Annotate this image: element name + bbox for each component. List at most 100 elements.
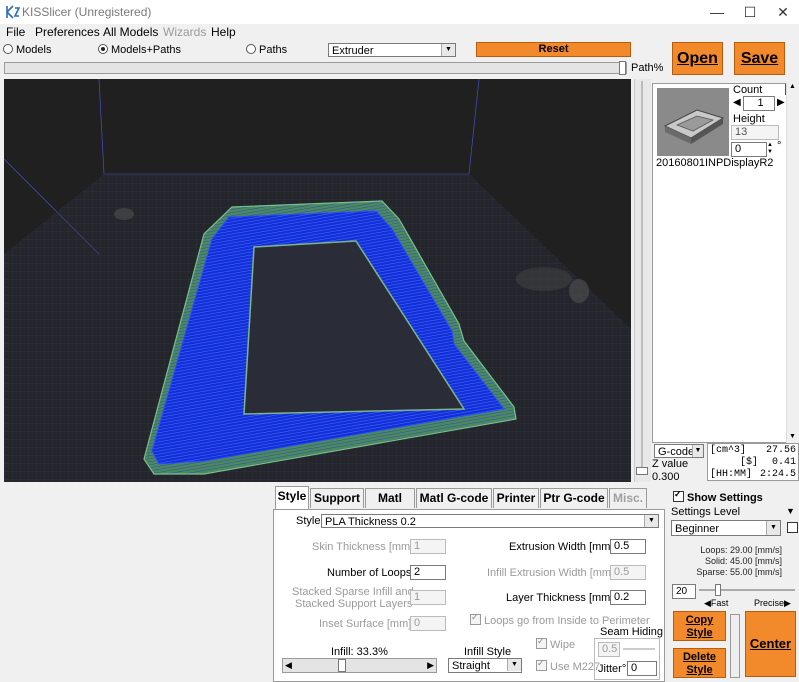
copy-style-button[interactable]: Copy Style [673, 611, 726, 641]
kisslicer-logo-icon [6, 5, 20, 19]
model-thumbnail[interactable] [657, 88, 729, 156]
infill-slider[interactable]: ◀ ▶ [282, 658, 437, 673]
menu-file[interactable]: File [6, 25, 25, 39]
jitter-label: Jitter° [598, 663, 627, 675]
count-increment[interactable]: ▶ [777, 97, 785, 108]
infill-label: Infill: 33.3% [331, 646, 388, 658]
checkbox[interactable] [536, 658, 547, 671]
menu-help[interactable]: Help [211, 25, 236, 39]
height-input[interactable]: 13 [731, 125, 779, 140]
infill-style-label: Infill Style [464, 646, 512, 658]
checkbox[interactable] [536, 636, 547, 649]
path-percent-slider[interactable] [4, 61, 627, 75]
jitter-input[interactable]: 0 [627, 661, 657, 676]
menu-wizards[interactable]: Wizards [163, 25, 206, 39]
slider-track [641, 81, 643, 473]
chevron-right-icon[interactable]: ▶ [427, 660, 434, 671]
3d-viewport[interactable] [4, 79, 631, 482]
stat-time: [HH:MM] 2:24.5 [710, 469, 796, 480]
menu-all-models[interactable]: All Models [103, 25, 158, 39]
tab-printer[interactable]: Printer [493, 488, 539, 508]
number-of-loops-label: Number of Loops [327, 567, 412, 579]
tab-matl[interactable]: Matl [365, 488, 415, 508]
tab-style[interactable]: Style [275, 486, 309, 510]
infill-style-select[interactable]: Straight ▼ [448, 658, 522, 673]
radio-models[interactable]: Models [3, 44, 51, 56]
skin-thickness-input[interactable]: 1 [410, 539, 446, 554]
scroll-up-icon[interactable]: ▲ [789, 83, 796, 90]
gcode-select[interactable]: G-code ▼ [654, 444, 704, 458]
model-thumbnail-image [663, 109, 725, 144]
menu-preferences[interactable]: Preferences [35, 25, 100, 39]
style-label: Style [296, 515, 321, 527]
tab-misc[interactable]: Misc. [609, 488, 647, 508]
speed-slider[interactable] [699, 584, 795, 596]
path-percent-label: Path% [631, 62, 664, 74]
tab-support[interactable]: Support [310, 488, 364, 508]
delete-style-button[interactable]: Delete Style [673, 648, 726, 678]
slider-thumb[interactable] [715, 584, 721, 596]
stat-cost: [$] 0.41 [740, 457, 796, 468]
bed-edge-line [98, 79, 105, 175]
wipe-checkbox[interactable]: Wipe [536, 636, 575, 651]
color-mode-select[interactable]: Extruder ▼ [328, 43, 456, 57]
z-value-label: Z value [652, 458, 689, 470]
count-input[interactable]: 1 [743, 96, 775, 111]
radio-models-paths[interactable]: Models+Paths [98, 44, 181, 56]
count-decrement[interactable]: ◀ [733, 97, 741, 108]
settings-level-select[interactable]: Beginner ▼ [671, 520, 781, 536]
rotation-spinner[interactable]: ▲ ▼ [767, 142, 775, 157]
open-button[interactable]: Open [672, 42, 723, 75]
reset-button[interactable]: Reset [476, 42, 631, 57]
chevron-down-icon: ▼ [441, 44, 455, 56]
viewport-render [4, 79, 631, 482]
speed-value-input[interactable]: 20 [672, 584, 696, 599]
stacked-label-line1: Stacked Sparse Infill and [292, 586, 414, 598]
minimize-button[interactable]: — [700, 0, 734, 24]
tab-ptr-gcode[interactable]: Ptr G-code [540, 488, 608, 508]
inset-surface-input[interactable]: 0 [410, 616, 446, 631]
object-list-scrollbar[interactable]: ▲ ▼ [786, 83, 799, 443]
layer-thickness-input[interactable]: 0.2 [610, 590, 646, 605]
stacked-layers-input[interactable]: 1 [410, 590, 446, 605]
z-value: 0.300 [652, 471, 680, 483]
seam-value-input[interactable]: 0.5 [598, 642, 620, 657]
speed-sparse: Sparse: 55.00 [mm/s] [696, 567, 782, 577]
bed-edge-line [468, 79, 480, 175]
close-button[interactable]: ✕ [766, 0, 799, 24]
number-of-loops-input[interactable]: 2 [410, 565, 446, 580]
radio-paths[interactable]: Paths [246, 44, 287, 56]
layer-thickness-label: Layer Thickness [mm] [506, 592, 614, 604]
style-select[interactable]: PLA Thickness 0.2 ▼ [321, 514, 659, 528]
chevron-down-icon: ▼ [692, 445, 703, 457]
count-label: Count [733, 84, 763, 96]
save-button[interactable]: Save [734, 42, 785, 75]
radio-dot [246, 44, 256, 54]
use-m227-checkbox[interactable]: Use M227 [536, 658, 600, 673]
center-button[interactable]: Center [745, 611, 796, 677]
extrusion-width-input[interactable]: 0.5 [610, 539, 646, 554]
title-bar: KISSlicer (Unregistered) — ☐ ✕ [0, 0, 799, 24]
slider-thumb[interactable] [338, 659, 346, 672]
collapse-triangle-icon[interactable]: ▼ [786, 506, 795, 516]
tab-matl-gcode[interactable]: Matl G-code [416, 488, 492, 508]
seam-slider[interactable] [623, 648, 655, 650]
infill-extrusion-width-input[interactable]: 0.5 [610, 565, 646, 580]
speed-loops: Loops: 29.00 [mm/s] [700, 545, 782, 555]
height-label: Height [733, 113, 765, 125]
ghost-object [114, 208, 134, 220]
speed-readout: Loops: 29.00 [mm/s] Solid: 45.00 [mm/s] … [672, 545, 782, 578]
maximize-button[interactable]: ☐ [733, 0, 767, 24]
settings-checkbox[interactable] [787, 522, 798, 533]
rotation-input[interactable]: 0 [731, 142, 767, 157]
chevron-left-icon[interactable]: ◀ [285, 660, 292, 671]
slider-thumb[interactable] [636, 467, 648, 475]
style-scroll-handle[interactable] [730, 614, 740, 678]
show-settings-checkbox[interactable]: Show Settings [673, 489, 763, 504]
style-tab-panel: Style PLA Thickness 0.2 ▼ Skin Thickness… [273, 509, 665, 682]
scroll-down-icon[interactable]: ▼ [789, 433, 796, 440]
checkbox[interactable] [673, 489, 684, 502]
slider-thumb[interactable] [619, 61, 626, 75]
z-layer-slider[interactable] [634, 79, 651, 482]
checkbox[interactable] [470, 612, 481, 625]
